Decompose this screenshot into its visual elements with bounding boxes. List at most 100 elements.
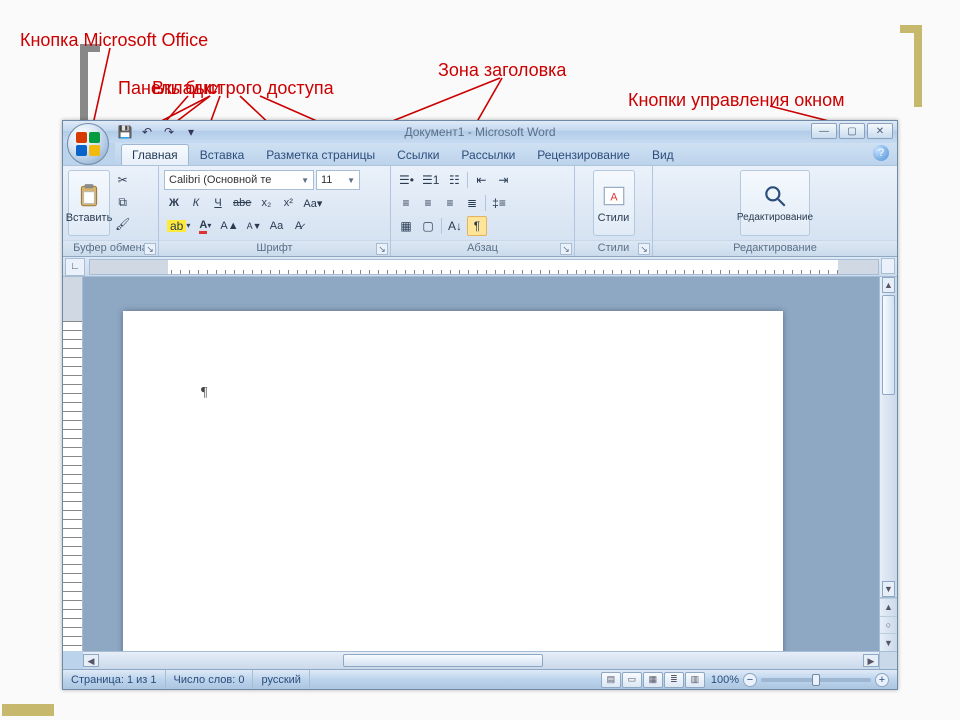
tab-page-layout[interactable]: Разметка страницы: [255, 144, 386, 165]
page[interactable]: ¶: [123, 311, 783, 651]
horizontal-ruler[interactable]: [89, 259, 879, 275]
font-color-button[interactable]: A▾: [195, 216, 215, 236]
annot-tabs: Вкладки: [152, 78, 221, 99]
qat-redo[interactable]: ↷: [159, 123, 179, 141]
show-marks-button[interactable]: ¶: [467, 216, 487, 236]
multilevel-button[interactable]: ☷: [444, 170, 464, 190]
prev-page-button[interactable]: ▲: [880, 598, 897, 616]
cut-button[interactable]: ✂: [112, 170, 133, 190]
zoom-in-button[interactable]: +: [875, 673, 889, 687]
tab-view[interactable]: Вид: [641, 144, 685, 165]
hscroll-thumb[interactable]: [343, 654, 543, 667]
sort-button[interactable]: A↓: [445, 216, 465, 236]
view-outline[interactable]: ≣: [664, 672, 684, 688]
tab-insert[interactable]: Вставка: [189, 144, 256, 165]
help-button[interactable]: ?: [873, 145, 889, 161]
next-page-button[interactable]: ▼: [880, 633, 897, 651]
line-spacing-button[interactable]: ‡≡: [489, 193, 509, 213]
font-dialog-launcher[interactable]: ↘: [376, 243, 388, 255]
tab-home[interactable]: Главная: [121, 144, 189, 165]
ruler-toggle[interactable]: [881, 258, 895, 274]
scroll-left-button[interactable]: ◀: [83, 654, 99, 667]
scroll-down-button[interactable]: ▼: [882, 581, 895, 597]
align-center-button[interactable]: ≡: [418, 193, 438, 213]
align-justify-button[interactable]: ≣: [462, 193, 482, 213]
bullets-icon: ☰•: [399, 174, 414, 186]
strike-button[interactable]: abe: [230, 193, 254, 213]
status-words[interactable]: Число слов: 0: [166, 670, 254, 689]
qat-save[interactable]: 💾: [115, 123, 135, 141]
styles-dialog-launcher[interactable]: ↘: [638, 243, 650, 255]
view-web-layout[interactable]: ▦: [643, 672, 663, 688]
align-right-button[interactable]: ≡: [440, 193, 460, 213]
zoom-out-button[interactable]: −: [743, 673, 757, 687]
bullets-button[interactable]: ☰•: [396, 170, 417, 190]
clipboard-dialog-launcher[interactable]: ↘: [144, 243, 156, 255]
horizontal-scrollbar[interactable]: ◀ ▶: [83, 651, 879, 669]
office-button[interactable]: [67, 123, 109, 165]
tab-selector[interactable]: ∟: [65, 258, 85, 276]
styles-icon: A: [601, 183, 627, 209]
superscript-icon: x²: [284, 197, 293, 209]
vertical-scrollbar[interactable]: ▲ ▼ ▲ ○ ▼: [879, 277, 897, 651]
highlight-button[interactable]: ab▾: [164, 216, 193, 236]
copy-icon: ⧉: [118, 196, 127, 208]
select-browse-button[interactable]: ○: [880, 616, 897, 634]
cut-icon: ✂: [118, 174, 128, 186]
clear-format-button[interactable]: A̷: [289, 216, 309, 236]
shading-button[interactable]: ▦: [396, 216, 416, 236]
zoom-slider[interactable]: [761, 678, 871, 682]
vruler-margin: [63, 277, 82, 321]
bold-button[interactable]: Ж: [164, 193, 184, 213]
borders-button[interactable]: ▢: [418, 216, 438, 236]
scroll-up-button[interactable]: ▲: [882, 277, 895, 293]
change-case-button[interactable]: Aa: [267, 216, 287, 236]
minimize-button[interactable]: —: [811, 123, 837, 139]
status-page[interactable]: Страница: 1 из 1: [63, 670, 166, 689]
font-family-value: Calibri (Основной те: [169, 174, 271, 186]
zoom-knob[interactable]: [812, 674, 820, 686]
view-print-layout[interactable]: ▤: [601, 672, 621, 688]
status-language[interactable]: русский: [253, 670, 309, 689]
underline-button[interactable]: Ч: [208, 193, 228, 213]
clear-format-icon: A̷: [295, 220, 302, 232]
paste-button[interactable]: Вставить: [68, 170, 110, 236]
indent-inc-button[interactable]: ⇥: [493, 170, 513, 190]
editing-button[interactable]: Редактирование: [740, 170, 810, 236]
subscript-button[interactable]: x₂: [256, 193, 276, 213]
qat-undo[interactable]: ↶: [137, 123, 157, 141]
tab-references[interactable]: Ссылки: [386, 144, 450, 165]
copy-button[interactable]: ⧉: [112, 192, 133, 212]
view-mode-buttons: ▤ ▭ ▦ ≣ ▥: [601, 672, 705, 688]
tab-review[interactable]: Рецензирование: [526, 144, 641, 165]
qat-custom[interactable]: ▾: [181, 123, 201, 141]
indent-dec-button[interactable]: ⇤: [471, 170, 491, 190]
ruler-margin-right: [838, 260, 878, 274]
view-full-reading[interactable]: ▭: [622, 672, 642, 688]
vertical-ruler[interactable]: [63, 277, 83, 651]
italic-button[interactable]: К: [186, 193, 206, 213]
subscript-icon: x₂: [261, 197, 271, 209]
maximize-button[interactable]: ▢: [839, 123, 865, 139]
scroll-right-button[interactable]: ▶: [863, 654, 879, 667]
group-paragraph-label: Абзац ↘: [391, 240, 574, 256]
zoom-value[interactable]: 100%: [711, 674, 739, 686]
vscroll-thumb[interactable]: [882, 295, 895, 395]
numbering-button[interactable]: ☰1: [419, 170, 442, 190]
superscript-button[interactable]: x²: [278, 193, 298, 213]
close-button[interactable]: ✕: [867, 123, 893, 139]
styles-button[interactable]: A Стили: [593, 170, 635, 236]
format-painter-button[interactable]: 🖌: [112, 214, 133, 234]
paragraph-dialog-launcher[interactable]: ↘: [560, 243, 572, 255]
grow-font-button[interactable]: A▲: [217, 216, 241, 236]
document-area[interactable]: ¶: [83, 277, 879, 651]
tab-mailings[interactable]: Рассылки: [450, 144, 526, 165]
text-effects-button[interactable]: Aa▾: [300, 193, 325, 213]
zoom-control: 100% − +: [711, 673, 889, 687]
view-draft[interactable]: ▥: [685, 672, 705, 688]
font-family-combo[interactable]: Calibri (Основной те▼: [164, 170, 314, 190]
annot-qat: Панель быстрого доступа: [118, 78, 334, 99]
font-size-combo[interactable]: 11▼: [316, 170, 360, 190]
align-left-button[interactable]: ≡: [396, 193, 416, 213]
shrink-font-button[interactable]: A▼: [244, 216, 265, 236]
